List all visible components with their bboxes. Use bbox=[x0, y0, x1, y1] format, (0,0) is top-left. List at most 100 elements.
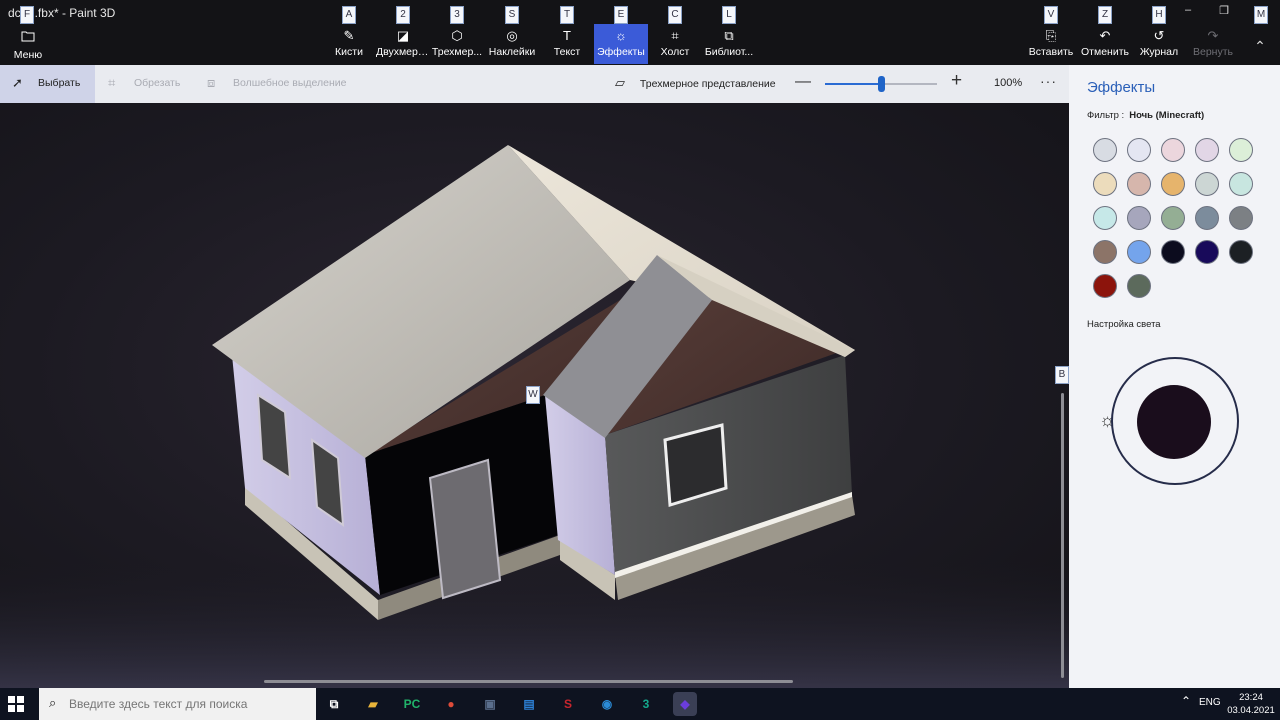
horizontal-scrollbar[interactable] bbox=[264, 680, 793, 683]
filter-swatch[interactable] bbox=[1093, 206, 1117, 230]
menu-button[interactable]: Меню bbox=[6, 24, 50, 64]
ribbon-item-brush[interactable]: ✎ Кисти bbox=[322, 24, 376, 64]
chrome-icon[interactable]: ● bbox=[439, 692, 463, 716]
ribbon-item-label: Вернуть bbox=[1192, 46, 1233, 58]
ribbon-item-library[interactable]: ⧉ Библиот... bbox=[702, 24, 756, 64]
undo-icon: ↶ bbox=[1099, 28, 1111, 43]
filter-swatch[interactable] bbox=[1195, 240, 1219, 264]
filter-swatch[interactable] bbox=[1093, 274, 1117, 298]
zoom-out-button[interactable]: — bbox=[795, 73, 811, 91]
filter-swatch[interactable] bbox=[1127, 206, 1151, 230]
clock[interactable]: 23:24 03.04.2021 bbox=[1226, 691, 1276, 717]
search-input[interactable] bbox=[69, 696, 309, 712]
filter-swatch[interactable] bbox=[1195, 206, 1219, 230]
taskbar-search[interactable]: ⌕ bbox=[39, 688, 316, 720]
keytip-shapes-2d: 2 bbox=[396, 6, 410, 24]
filter-swatch[interactable] bbox=[1195, 138, 1219, 162]
more-options-button[interactable]: ··· bbox=[1040, 73, 1057, 89]
collapse-ribbon-button[interactable]: ⌃ bbox=[1250, 38, 1270, 54]
clock-date: 03.04.2021 bbox=[1227, 705, 1275, 716]
clock-time: 23:24 bbox=[1239, 692, 1263, 703]
file-explorer-icon[interactable]: ▰ bbox=[361, 692, 385, 716]
ribbon-item-text[interactable]: T Текст bbox=[540, 24, 594, 64]
filter-swatch[interactable] bbox=[1229, 240, 1253, 264]
app-red-icon[interactable]: S bbox=[556, 692, 580, 716]
filter-swatch[interactable] bbox=[1161, 240, 1185, 264]
ribbon-item-label: Кисти bbox=[335, 46, 363, 58]
history-icon: ↺ bbox=[1153, 28, 1165, 43]
filter-swatch[interactable] bbox=[1161, 172, 1185, 196]
view-3d-label: Трехмерное представление bbox=[639, 78, 776, 90]
ribbon-item-shapes-2d[interactable]: ◪ Двухмерн... bbox=[376, 24, 430, 64]
tray-expand-icon[interactable]: ⌃ bbox=[1181, 694, 1191, 708]
keytip-history: H bbox=[1152, 6, 1166, 24]
ribbon-item-sticker[interactable]: ◎ Наклейки bbox=[485, 24, 539, 64]
task-view-icon[interactable]: ⧉ bbox=[322, 692, 346, 716]
vertical-scrollbar[interactable] bbox=[1061, 393, 1064, 678]
ribbon-item-label: Холст bbox=[660, 46, 690, 58]
ribbon-item-paste[interactable]: ⎘ Вставить bbox=[1024, 24, 1078, 64]
keytip-library: L bbox=[722, 6, 736, 24]
filter-swatch[interactable] bbox=[1127, 172, 1151, 196]
effects-icon: ☼ bbox=[615, 28, 627, 43]
filter-swatch[interactable] bbox=[1229, 206, 1253, 230]
view-3d-icon: ▱ bbox=[615, 75, 625, 90]
filter-swatch[interactable] bbox=[1229, 172, 1253, 196]
ribbon-item-redo[interactable]: ↷ Вернуть bbox=[1186, 24, 1240, 64]
ribbon: dc□1.fbx* - Paint 3D F Меню – ❐ M ⌃ ✎ Кис… bbox=[0, 0, 1280, 65]
paint3d-icon[interactable]: ◆ bbox=[673, 692, 697, 716]
filter-swatch[interactable] bbox=[1093, 138, 1117, 162]
zoom-in-button[interactable]: + bbox=[951, 70, 962, 92]
text-icon: T bbox=[563, 28, 571, 43]
select-button[interactable]: ➚ Выбрать bbox=[0, 65, 95, 103]
ribbon-item-label: Эффекты bbox=[597, 46, 645, 58]
app-icon[interactable]: ▣ bbox=[478, 692, 502, 716]
keytip-cube-3d: 3 bbox=[450, 6, 464, 24]
filter-swatch[interactable] bbox=[1127, 274, 1151, 298]
filter-swatch[interactable] bbox=[1161, 206, 1185, 230]
cursor-icon: ➚ bbox=[12, 75, 23, 90]
filter-label: Фильтр : bbox=[1087, 110, 1125, 121]
keytip-text: T bbox=[560, 6, 574, 24]
restore-button[interactable]: ❐ bbox=[1214, 4, 1234, 20]
keytip-menu: F bbox=[20, 6, 34, 24]
keytip-sticker: S bbox=[505, 6, 519, 24]
redo-icon: ↷ bbox=[1207, 28, 1219, 43]
door bbox=[428, 458, 502, 600]
canvas-area[interactable]: W B bbox=[0, 103, 1069, 688]
ribbon-item-effects[interactable]: ☼ Эффекты bbox=[594, 24, 648, 64]
filter-swatch[interactable] bbox=[1127, 138, 1151, 162]
light-color-disc[interactable] bbox=[1137, 385, 1211, 459]
crop-button[interactable]: ⌗ Обрезать bbox=[108, 75, 180, 90]
panel-title: Эффекты bbox=[1087, 79, 1156, 96]
filter-swatch[interactable] bbox=[1093, 172, 1117, 196]
view-3d-button[interactable]: ▱ Трехмерное представление bbox=[615, 75, 776, 91]
ribbon-item-history[interactable]: ↺ Журнал bbox=[1132, 24, 1186, 64]
pycharm-icon[interactable]: PC bbox=[400, 692, 424, 716]
app-blue-icon[interactable]: ▤ bbox=[517, 692, 541, 716]
ribbon-item-label: Отменить bbox=[1081, 46, 1129, 58]
ribbon-item-cube-3d[interactable]: ⬡ Трехмер... bbox=[430, 24, 484, 64]
search-icon: ⌕ bbox=[49, 695, 57, 710]
filter-swatch[interactable] bbox=[1229, 138, 1253, 162]
light-settings-label: Настройка света bbox=[1087, 319, 1161, 330]
language-indicator[interactable]: ENG bbox=[1199, 697, 1221, 708]
menu-label: Меню bbox=[13, 49, 43, 61]
filter-swatch[interactable] bbox=[1161, 138, 1185, 162]
filter-swatch[interactable] bbox=[1093, 240, 1117, 264]
app-globe-icon[interactable]: ◉ bbox=[595, 692, 619, 716]
filter-swatch[interactable] bbox=[1127, 240, 1151, 264]
magic-select-button[interactable]: ⧈ Волшебное выделение bbox=[207, 75, 347, 90]
app-3-icon[interactable]: 3 bbox=[634, 692, 658, 716]
zoom-slider[interactable] bbox=[825, 76, 937, 92]
ribbon-item-undo[interactable]: ↶ Отменить bbox=[1078, 24, 1132, 64]
minimize-button[interactable]: – bbox=[1178, 4, 1198, 20]
keytip-more: M bbox=[1254, 6, 1268, 24]
ribbon-item-canvas[interactable]: ⌗ Холст bbox=[648, 24, 702, 64]
folder-icon bbox=[21, 31, 35, 42]
windows-start-icon[interactable] bbox=[8, 696, 24, 712]
ribbon-item-label: Наклейки bbox=[488, 46, 536, 58]
ribbon-item-label: Журнал bbox=[1139, 46, 1179, 58]
zoom-slider-thumb[interactable] bbox=[878, 76, 885, 92]
filter-swatch[interactable] bbox=[1195, 172, 1219, 196]
